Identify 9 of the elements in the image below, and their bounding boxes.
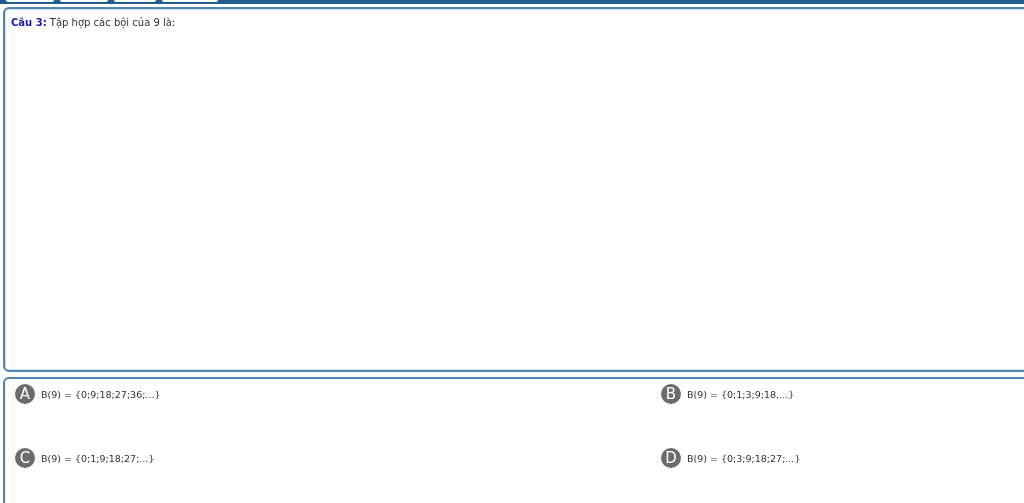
option-text: B(9) = {0;3;9;18;27;...} — [687, 452, 801, 464]
option-letter[interactable]: D — [661, 448, 681, 468]
option-text: B(9) = {0;1;9;18;27;...} — [41, 452, 155, 464]
option-letter[interactable]: B — [661, 384, 681, 404]
option-text: B(9) = {0;1;3;9;18,...} — [687, 388, 795, 400]
option-text: B(9) = {0;9;18;27;36;...} — [41, 388, 161, 400]
question-text: Câu 3: Tập hợp các bội của 9 là: — [11, 16, 177, 28]
option-letter[interactable]: A — [15, 384, 35, 404]
option-letter[interactable]: C — [15, 448, 35, 468]
